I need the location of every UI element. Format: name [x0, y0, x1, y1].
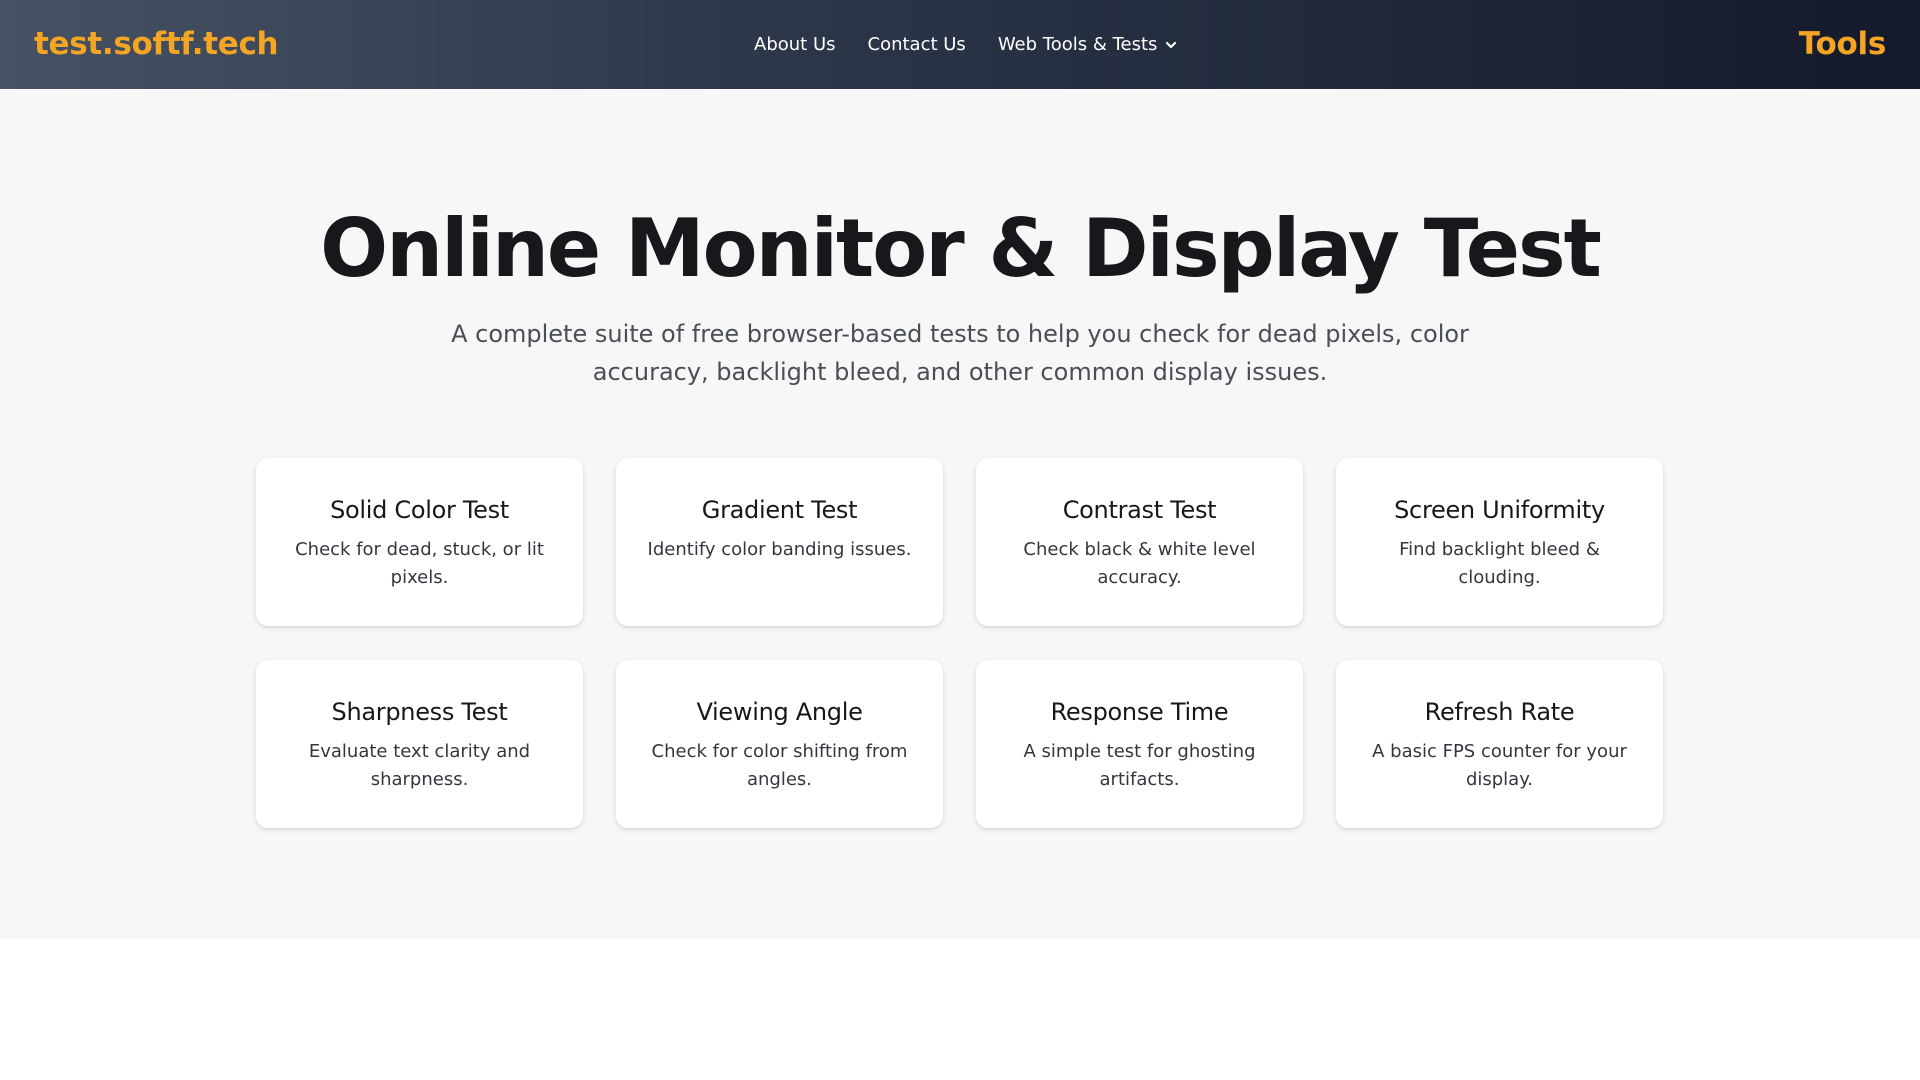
test-card-grid: Solid Color Test Check for dead, stuck, …: [256, 458, 1664, 828]
main-nav: About Us Contact Us Web Tools & Tests: [754, 30, 1179, 60]
card-title: Refresh Rate: [1424, 698, 1575, 726]
card-title: Contrast Test: [1062, 496, 1217, 524]
card-title: Sharpness Test: [331, 698, 508, 726]
hero-section: Online Monitor & Display Test A complete…: [0, 89, 1920, 939]
chevron-down-icon: [1166, 41, 1177, 49]
card-gradient-test[interactable]: Gradient Test Identify color banding iss…: [616, 458, 943, 626]
page-subtitle: A complete suite of free browser-based t…: [451, 320, 1469, 386]
site-header: test.softf.tech About Us Contact Us Web …: [0, 0, 1920, 89]
nav-tools-dropdown-label: Web Tools & Tests: [997, 34, 1158, 55]
card-title: Gradient Test: [701, 496, 858, 524]
nav-contact-link[interactable]: Contact Us: [868, 30, 966, 60]
card-viewing-angle[interactable]: Viewing Angle Check for color shifting f…: [616, 660, 943, 828]
card-contrast-test[interactable]: Contrast Test Check black & white level …: [976, 458, 1303, 626]
nav-tools-dropdown[interactable]: Web Tools & Tests: [998, 30, 1180, 60]
card-sharpness-test[interactable]: Sharpness Test Evaluate text clarity and…: [256, 660, 583, 828]
card-description: A basic FPS counter for your display.: [1372, 741, 1627, 790]
card-response-time[interactable]: Response Time A simple test for ghosting…: [976, 660, 1303, 828]
card-description: Identify color banding issues.: [647, 539, 912, 560]
card-title: Screen Uniformity: [1394, 496, 1605, 524]
card-description: A simple test for ghosting artifacts.: [1023, 741, 1256, 790]
site-logo[interactable]: test.softf.tech: [34, 24, 279, 64]
header-tools-label: Tools: [1798, 26, 1887, 62]
card-title: Solid Color Test: [330, 496, 509, 524]
card-title: Response Time: [1050, 698, 1229, 726]
card-description: Check black & white level accuracy.: [1023, 539, 1256, 588]
card-description: Evaluate text clarity and sharpness.: [308, 741, 531, 790]
card-refresh-rate[interactable]: Refresh Rate A basic FPS counter for you…: [1336, 660, 1663, 828]
card-description: Find backlight bleed & clouding.: [1399, 539, 1600, 588]
page-title: Online Monitor & Display Test: [320, 202, 1602, 295]
card-description: Check for color shifting from angles.: [651, 741, 908, 790]
card-description: Check for dead, stuck, or lit pixels.: [295, 539, 544, 588]
card-title: Viewing Angle: [696, 698, 863, 726]
card-screen-uniformity[interactable]: Screen Uniformity Find backlight bleed &…: [1336, 458, 1663, 626]
nav-about-link[interactable]: About Us: [754, 30, 836, 60]
card-solid-color-test[interactable]: Solid Color Test Check for dead, stuck, …: [256, 458, 583, 626]
